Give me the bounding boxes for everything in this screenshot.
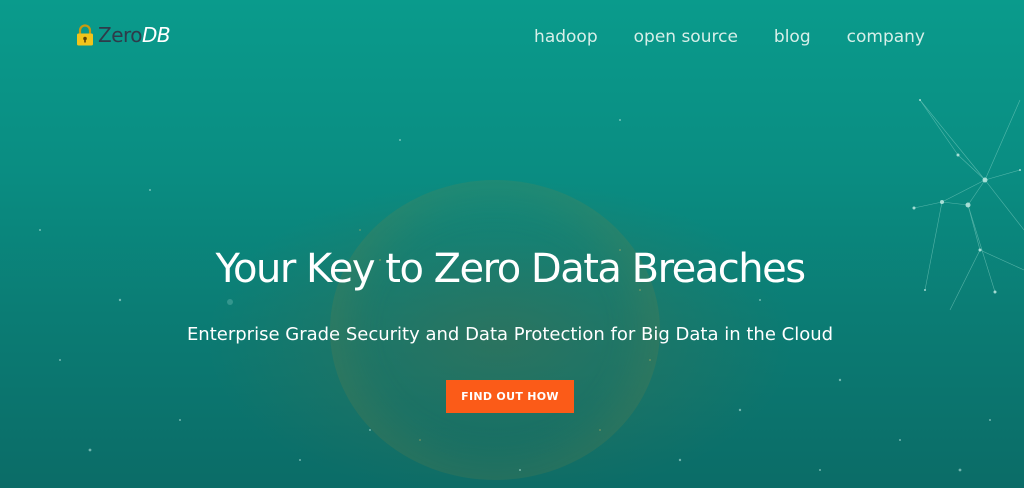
brand-name: ZeroDB (98, 23, 171, 47)
find-out-how-button[interactable]: FIND OUT HOW (446, 380, 574, 413)
hero-subheadline: Enterprise Grade Security and Data Prote… (186, 324, 834, 345)
nav-item-blog[interactable]: blog (774, 27, 811, 47)
brand-name-suffix: DB (142, 23, 171, 47)
lock-icon (77, 24, 93, 46)
nav-item-company[interactable]: company (847, 27, 925, 47)
brand-name-prefix: Zero (98, 23, 143, 47)
main-nav: hadoop open source blog company (534, 27, 925, 47)
brand-logo[interactable]: ZeroDB (76, 22, 171, 48)
nav-item-hadoop[interactable]: hadoop (534, 27, 598, 47)
hero-headline: Your Key to Zero Data Breaches (215, 246, 806, 292)
nav-item-open-source[interactable]: open source (634, 27, 738, 47)
particle-dots (39, 119, 991, 472)
hero-background (0, 0, 1024, 488)
